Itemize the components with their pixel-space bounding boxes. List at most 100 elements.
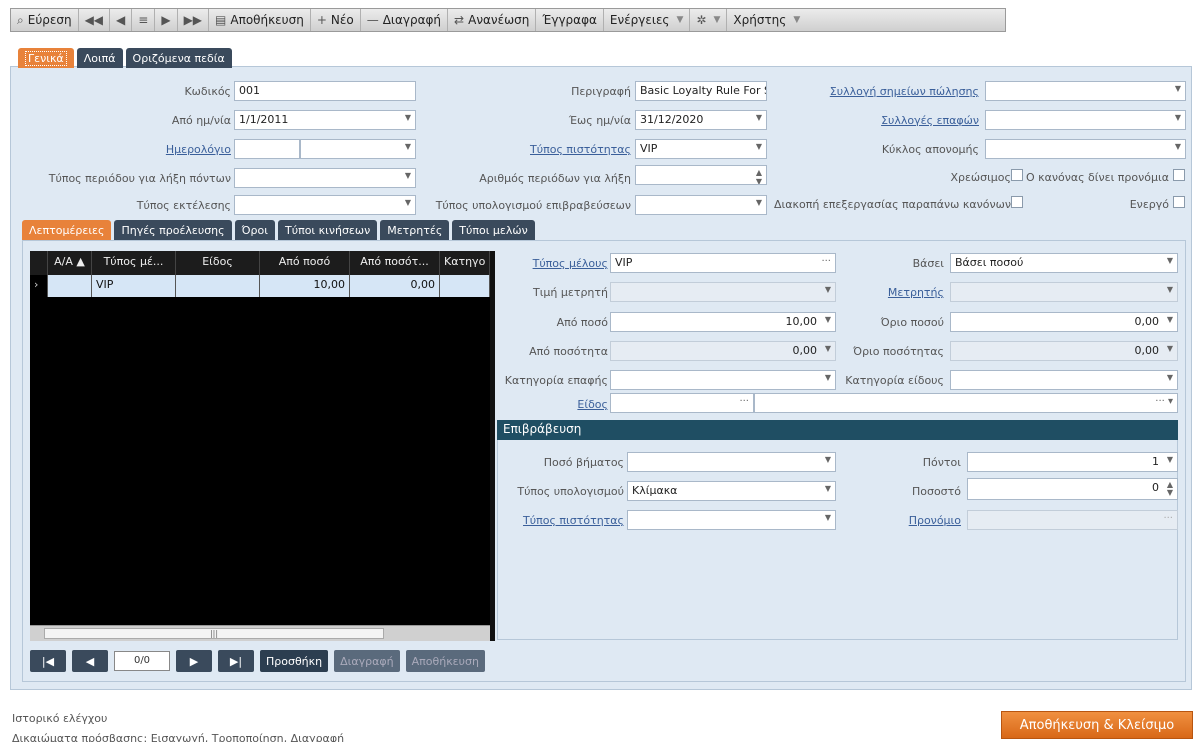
user-menu[interactable]: Χρήστης ▼ bbox=[727, 9, 806, 31]
member-type-input[interactable]: VIP ··· bbox=[610, 253, 836, 273]
delete-button[interactable]: — Διαγραφή bbox=[361, 9, 449, 31]
counters-select[interactable]: ▼ bbox=[950, 282, 1178, 302]
prev-record-button[interactable]: ◀ bbox=[110, 9, 133, 31]
chevron-down-icon: ▼ bbox=[755, 198, 762, 207]
col-from-qty[interactable]: Από ποσότ... bbox=[350, 251, 440, 275]
loyalty-type-label[interactable]: Τύπος πιστότητας bbox=[530, 143, 631, 156]
code-input[interactable]: 001 bbox=[234, 81, 416, 101]
counters-label[interactable]: Μετρητής bbox=[888, 286, 944, 299]
reward-loyalty-type-label[interactable]: Τύπος πιστότητας bbox=[523, 514, 624, 527]
debit-checkbox[interactable] bbox=[1011, 169, 1023, 181]
description-input[interactable]: Basic Loyalty Rule For S bbox=[635, 81, 767, 101]
from-amount-input[interactable]: 10,00 ▼ bbox=[610, 312, 836, 332]
col-category[interactable]: Κατηγο bbox=[440, 251, 490, 275]
pos-collection-label[interactable]: Συλλογή σημείων πώλησης bbox=[830, 85, 979, 98]
calendar-code-input[interactable] bbox=[234, 139, 300, 159]
reward-calc-select[interactable]: ▼ bbox=[635, 195, 767, 215]
tab-custom-fields[interactable]: Οριζόμενα πεδία bbox=[125, 48, 232, 68]
calendar-label[interactable]: Ημερολόγιο bbox=[166, 143, 231, 156]
tab-other[interactable]: Λοιπά bbox=[76, 48, 123, 68]
from-date-input[interactable]: 1/1/2011 ▼ bbox=[234, 110, 416, 130]
percent-spinner[interactable]: 0 ▲ ▼ bbox=[967, 478, 1178, 500]
to-date-input[interactable]: 31/12/2020 ▼ bbox=[635, 110, 767, 130]
save-button[interactable]: ▤ Αποθήκευση bbox=[209, 9, 311, 31]
pager-page-input[interactable]: 0/0 bbox=[114, 651, 170, 671]
reward-loyalty-type-select[interactable]: ▼ bbox=[627, 510, 836, 530]
counter-value-select[interactable]: ▼ bbox=[610, 282, 836, 302]
pos-collection-select[interactable]: ▼ bbox=[985, 81, 1186, 101]
grid-delete-button[interactable]: Διαγραφή bbox=[334, 650, 400, 672]
privilege-checkbox[interactable] bbox=[1173, 169, 1185, 181]
item-category-select[interactable]: ▼ bbox=[950, 370, 1178, 390]
settings-menu[interactable]: ✲ ▼ bbox=[690, 9, 728, 31]
grid-save-button[interactable]: Αποθήκευση bbox=[405, 650, 485, 672]
next-record-button[interactable]: ▶ bbox=[155, 9, 178, 31]
pager-prev-button[interactable]: ◀ bbox=[72, 650, 108, 672]
first-record-button[interactable]: ◀◀ bbox=[79, 9, 111, 31]
privilege-input[interactable]: ··· bbox=[967, 510, 1178, 530]
search-icon: ⌕ bbox=[17, 12, 24, 27]
exec-type-select[interactable]: ▼ bbox=[234, 195, 416, 215]
table-row[interactable]: › VIP 10,00 0,00 bbox=[30, 275, 490, 297]
grid-add-button[interactable]: Προσθήκη bbox=[260, 650, 329, 672]
chevron-down-icon: ▼ bbox=[755, 142, 762, 151]
member-type-label[interactable]: Τύπος μέλους bbox=[533, 257, 608, 270]
from-date-label: Από ημ/νία bbox=[171, 114, 231, 127]
last-record-button[interactable]: ▶▶ bbox=[178, 9, 210, 31]
contact-category-select[interactable]: ▼ bbox=[610, 370, 836, 390]
actions-menu[interactable]: Ενέργειες ▼ bbox=[604, 9, 691, 31]
col-from-amount[interactable]: Από ποσό bbox=[260, 251, 350, 275]
tab-general[interactable]: Γενικά bbox=[18, 48, 74, 68]
documents-button[interactable]: Έγγραφα bbox=[536, 9, 604, 31]
calendar-select[interactable]: ▼ bbox=[300, 139, 416, 159]
refresh-button[interactable]: ⇄ Ανανέωση bbox=[448, 9, 537, 31]
from-qty-input[interactable]: 0,00 ▼ bbox=[610, 341, 836, 361]
points-input[interactable]: 1 ▼ bbox=[967, 452, 1178, 472]
loyalty-type-select[interactable]: VIP ▼ bbox=[635, 139, 767, 159]
item-name-input[interactable]: ··· ▾ bbox=[754, 393, 1178, 413]
tab-terms[interactable]: Όροι bbox=[234, 220, 275, 240]
tab-movement-types[interactable]: Τύποι κινήσεων bbox=[277, 220, 378, 240]
item-label[interactable]: Είδος bbox=[577, 398, 608, 411]
save-and-close-button[interactable]: Αποθήκευση & Κλείσιμο bbox=[1001, 711, 1193, 739]
cell-item[interactable] bbox=[176, 275, 260, 297]
tab-counters[interactable]: Μετρητές bbox=[380, 220, 450, 240]
col-aa[interactable]: Α/Α ▲ bbox=[48, 251, 92, 275]
new-button[interactable]: + Νέο bbox=[311, 9, 361, 31]
privilege-field-label[interactable]: Προνόμιο bbox=[909, 514, 961, 527]
cell-category[interactable] bbox=[440, 275, 490, 297]
col-item[interactable]: Είδος bbox=[176, 251, 260, 275]
contact-collections-label[interactable]: Συλλογές επαφών bbox=[881, 114, 979, 127]
points-period-select[interactable]: ▼ bbox=[234, 168, 416, 188]
tab-details[interactable]: Λεπτομέρειες bbox=[22, 220, 112, 240]
basis-select[interactable]: Βάσει ποσού ▼ bbox=[950, 253, 1178, 273]
distribution-cycle-select[interactable]: ▼ bbox=[985, 139, 1186, 159]
scrollbar-thumb[interactable]: ||| bbox=[44, 628, 384, 639]
pager-first-button[interactable]: |◀ bbox=[30, 650, 66, 672]
active-checkbox[interactable] bbox=[1173, 196, 1185, 208]
grid-horizontal-scrollbar[interactable]: ||| bbox=[30, 625, 490, 641]
item-code-input[interactable]: ··· bbox=[610, 393, 754, 413]
percent-label: Ποσοστό bbox=[911, 485, 961, 498]
splitter-handle[interactable] bbox=[490, 251, 495, 641]
step-amount-select[interactable]: ▼ bbox=[627, 452, 836, 472]
pager-next-button[interactable]: ▶ bbox=[176, 650, 212, 672]
calc-type-select[interactable]: Κλίμακα ▼ bbox=[627, 481, 836, 501]
col-member-type[interactable]: Τύπος μέ... bbox=[92, 251, 176, 275]
details-grid[interactable]: Α/Α ▲ Τύπος μέ... Είδος Από ποσό Από ποσ… bbox=[30, 251, 490, 641]
cell-from-qty[interactable]: 0,00 bbox=[350, 275, 440, 297]
list-button[interactable]: ≡ bbox=[132, 9, 156, 31]
amount-limit-input[interactable]: 0,00 ▼ bbox=[950, 312, 1178, 332]
cell-aa[interactable] bbox=[48, 275, 92, 297]
cell-from-amount[interactable]: 10,00 bbox=[260, 275, 350, 297]
chevron-down-icon: ▼ bbox=[404, 142, 411, 151]
stop-processing-checkbox[interactable] bbox=[1011, 196, 1023, 208]
qty-limit-input[interactable]: 0,00 ▼ bbox=[950, 341, 1178, 361]
cell-member-type[interactable]: VIP bbox=[92, 275, 176, 297]
contact-collections-select[interactable]: ▼ bbox=[985, 110, 1186, 130]
tab-member-types[interactable]: Τύποι μελών bbox=[452, 220, 535, 240]
pager-last-button[interactable]: ▶| bbox=[218, 650, 254, 672]
find-button[interactable]: ⌕ Εύρεση bbox=[11, 9, 79, 31]
periods-spinner[interactable]: ▲ ▼ bbox=[635, 165, 767, 185]
tab-sources[interactable]: Πηγές προέλευσης bbox=[114, 220, 232, 240]
